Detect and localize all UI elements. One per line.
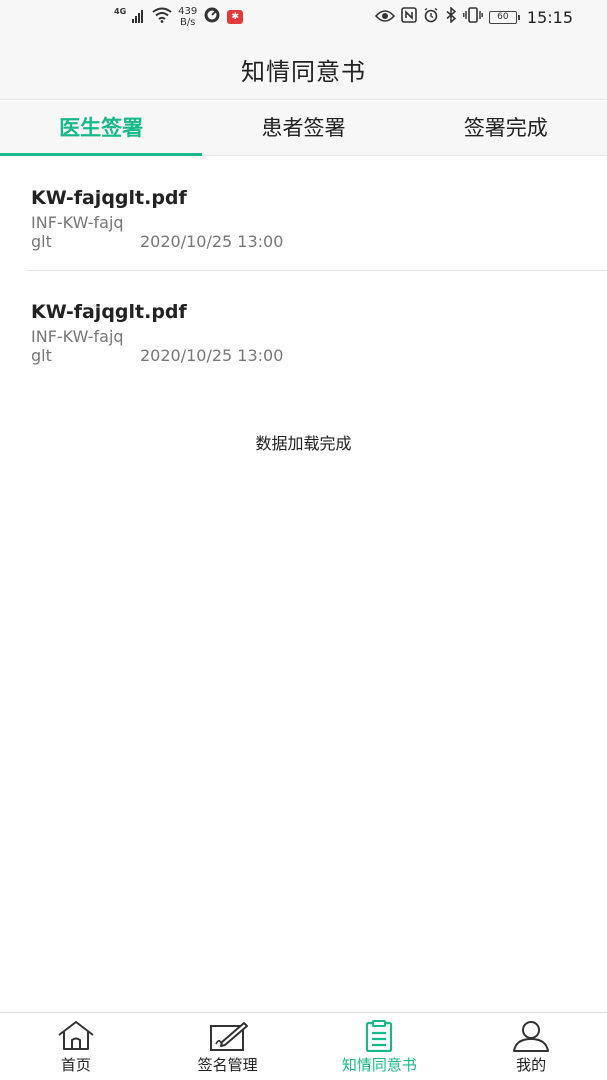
load-status-text: 数据加载完成 xyxy=(255,434,352,453)
status-bar: 4G 439 B/s ✱ 60 15:15 xyxy=(0,0,607,34)
clock-time: 15:15 xyxy=(526,7,573,27)
nav-label-signature-manage: 签名管理 xyxy=(197,1056,258,1074)
alarm-icon xyxy=(423,7,439,27)
network-speed: 439 B/s xyxy=(178,6,197,28)
user-profile-icon xyxy=(511,1020,551,1052)
document-filename: KW-fajqglt.pdf xyxy=(31,301,187,323)
tab-patient-sign[interactable]: 患者签署 xyxy=(202,101,404,155)
clipboard-document-icon xyxy=(359,1020,399,1053)
document-datetime: 2020/10/25 13:00 xyxy=(140,232,284,251)
app-notification-icon: ✱ xyxy=(227,10,244,24)
tab-sign-complete[interactable]: 签署完成 xyxy=(405,101,607,155)
nav-item-consent-form[interactable]: 知情同意书 xyxy=(304,1013,456,1080)
battery-icon: 60 xyxy=(488,10,520,24)
status-bar-right: 60 15:15 xyxy=(374,6,573,28)
home-icon xyxy=(56,1020,96,1052)
nav-item-home[interactable]: 首页 xyxy=(0,1013,152,1080)
document-user: glt xyxy=(31,232,52,251)
document-code: INF-KW-fajq xyxy=(31,213,124,232)
document-list-item[interactable]: KW-fajqglt.pdf INF-KW-fajq glt 2020/10/2… xyxy=(26,271,607,385)
app-header: 知情同意书 xyxy=(0,34,607,100)
nav-label-consent-form: 知情同意书 xyxy=(341,1056,417,1074)
document-list: KW-fajqglt.pdf INF-KW-fajq glt 2020/10/2… xyxy=(0,157,607,385)
tab-bar: 医生签署 患者签署 签署完成 xyxy=(0,101,607,156)
document-code: INF-KW-fajq xyxy=(31,327,124,346)
status-bar-left: 4G 439 B/s ✱ xyxy=(114,6,244,28)
nfc-icon xyxy=(401,7,417,27)
document-meta: glt 2020/10/25 13:00 xyxy=(31,346,607,365)
network-speed-unit: B/s xyxy=(179,17,196,28)
nav-label-profile: 我的 xyxy=(516,1056,547,1074)
page-title: 知情同意书 xyxy=(241,58,366,86)
network-type-label: 4G xyxy=(114,7,127,16)
bluetooth-icon xyxy=(445,6,457,27)
vibrate-icon xyxy=(462,7,483,27)
speedometer-icon xyxy=(203,6,221,28)
document-filename: KW-fajqglt.pdf xyxy=(31,187,187,209)
document-meta: glt 2020/10/25 13:00 xyxy=(31,232,607,251)
nav-item-signature-manage[interactable]: 签名管理 xyxy=(152,1013,304,1080)
signal-icon xyxy=(132,8,146,27)
nav-label-home: 首页 xyxy=(60,1056,91,1074)
eye-icon xyxy=(374,8,395,27)
document-datetime: 2020/10/25 13:00 xyxy=(140,346,284,365)
document-list-item[interactable]: KW-fajqglt.pdf INF-KW-fajq glt 2020/10/2… xyxy=(26,157,607,271)
nav-item-profile[interactable]: 我的 xyxy=(455,1013,607,1080)
tab-doctor-sign[interactable]: 医生签署 xyxy=(0,101,203,156)
wifi-icon xyxy=(152,7,172,27)
document-user: glt xyxy=(31,346,52,365)
bottom-nav: 首页 签名管理 知情同意书 我的 xyxy=(0,1012,607,1080)
network-speed-value: 439 xyxy=(178,6,198,17)
signature-pen-icon xyxy=(208,1020,248,1052)
